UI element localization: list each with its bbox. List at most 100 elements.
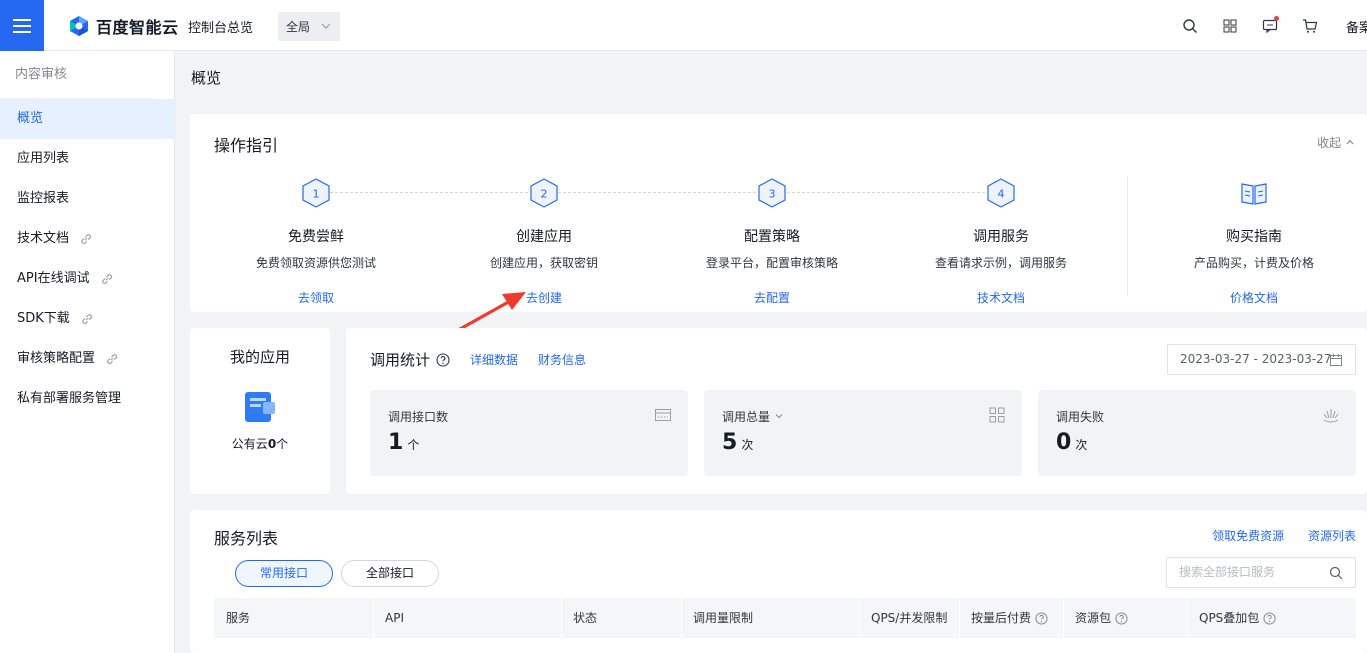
signal-failure-icon [1323, 409, 1339, 423]
column-header: 状态 [573, 611, 598, 625]
step-title: 调用服务 [973, 229, 1029, 245]
help-icon[interactable] [1035, 611, 1048, 625]
finance-info-link[interactable]: 财务信息 [538, 351, 586, 368]
search-icon[interactable] [1180, 16, 1200, 36]
calendar-icon [1330, 354, 1342, 366]
sidebar-item-private-deploy[interactable]: 私有部署服务管理 [0, 379, 174, 419]
help-icon[interactable] [1263, 611, 1276, 625]
cart-icon[interactable] [1300, 16, 1320, 36]
svg-text:4: 4 [998, 188, 1005, 201]
svg-text:3: 3 [769, 188, 776, 201]
divider [1127, 176, 1128, 296]
metric-value: 5次 [722, 430, 754, 455]
sidebar-item-label: SDK下载 [17, 311, 70, 326]
tab-all-api[interactable]: 全部接口 [341, 560, 439, 587]
column-header: API [385, 611, 404, 625]
column-header: 服务 [226, 611, 251, 625]
step-title: 配置策略 [744, 229, 800, 245]
sidebar-item-tech-docs[interactable]: 技术文档 [0, 219, 174, 259]
metric-value: 0次 [1056, 430, 1088, 455]
sidebar-item-app-list[interactable]: 应用列表 [0, 139, 174, 179]
step-number-hexagon: 1 [302, 178, 330, 208]
apps-grid-icon[interactable] [1220, 16, 1240, 36]
help-icon[interactable] [436, 352, 450, 367]
guide-step-1: 1 免费尝鲜 免费领取资源供您测试 去领取 [231, 178, 401, 306]
beian-link[interactable]: 备案 [1346, 17, 1367, 36]
external-link-icon [101, 274, 112, 285]
chevron-down-icon [321, 23, 331, 29]
sidebar-item-label: 概览 [17, 111, 44, 126]
sidebar-item-label: 审核策略配置 [17, 351, 96, 366]
interface-icon [655, 409, 671, 421]
search-placeholder: 搜索全部接口服务 [1179, 565, 1276, 579]
console-overview-link[interactable]: 控制台总览 [188, 17, 253, 36]
detail-data-link[interactable]: 详细数据 [470, 351, 518, 368]
tech-docs-link[interactable]: 技术文档 [916, 289, 1086, 306]
search-icon [1329, 566, 1343, 580]
column-header: 调用量限制 [693, 611, 754, 625]
message-icon[interactable] [1260, 16, 1280, 36]
service-list-title: 服务列表 [214, 529, 279, 548]
sidebar-item-label: 监控报表 [17, 191, 70, 206]
hamburger-menu-button[interactable] [0, 0, 44, 51]
sidebar-item-label: API在线调试 [17, 271, 90, 286]
column-header-postpaid: 按量后付费 [971, 598, 1048, 638]
metric-value: 1个 [388, 430, 420, 455]
resource-list-link[interactable]: 资源列表 [1308, 529, 1356, 543]
app-icon [245, 392, 275, 422]
stats-title: 调用统计 [370, 351, 431, 369]
external-link-icon [81, 234, 92, 245]
date-range-picker[interactable]: 2023-03-27 - 2023-03-27 [1167, 344, 1356, 375]
buy-guide-description: 产品购买，计费及价格 [1193, 256, 1314, 270]
sidebar-item-label: 技术文档 [17, 231, 70, 246]
sidebar-item-label: 私有部署服务管理 [17, 391, 122, 406]
step-title: 免费尝鲜 [288, 229, 344, 245]
metric-total-calls: 调用总量 5次 [704, 390, 1022, 476]
notification-dot [1274, 16, 1279, 21]
metric-label: 调用接口数 [388, 410, 449, 424]
sidebar-item-monitor-report[interactable]: 监控报表 [0, 179, 174, 219]
service-table-header: 服务 API 状态 调用量限制 QPS/并发限制 按量后付费 资源包 QPS叠加… [214, 598, 1356, 638]
region-select[interactable]: 全局 [278, 12, 340, 41]
step-description: 查看请求示例，调用服务 [934, 256, 1067, 270]
page-title: 概览 [191, 69, 222, 87]
collapse-label: 收起 [1317, 136, 1342, 150]
column-header: QPS/并发限制 [871, 611, 948, 625]
tab-common-api[interactable]: 常用接口 [235, 560, 333, 587]
svg-text:2: 2 [541, 188, 548, 201]
sidebar-item-api-debug[interactable]: API在线调试 [0, 259, 174, 299]
grid-icon [989, 407, 1005, 423]
step-description: 登录平台，配置审核策略 [705, 256, 838, 270]
top-navbar: 百度智能云 控制台总览 全局 备案 [0, 0, 1367, 51]
my-app-card[interactable]: 我的应用 公有云0个 [190, 328, 330, 494]
brand-logo-icon [70, 16, 88, 36]
guide-step-2: 2 创建应用 创建应用，获取密钥 去创建 [459, 178, 629, 306]
price-docs-link[interactable]: 价格文档 [1169, 289, 1339, 306]
book-icon [1241, 183, 1267, 205]
sidebar-item-overview[interactable]: 概览 [0, 99, 174, 139]
help-icon[interactable] [1115, 611, 1128, 625]
external-link-icon [107, 354, 118, 365]
my-app-title: 我的应用 [229, 348, 290, 366]
guide-step-4: 4 调用服务 查看请求示例，调用服务 技术文档 [916, 178, 1086, 306]
public-cloud-count: 公有云0个 [231, 437, 289, 451]
call-stats-card: 调用统计 详细数据 财务信息 2023-03-27 - 2023-03-27 调… [346, 328, 1367, 494]
claim-free-link[interactable]: 去领取 [231, 289, 401, 306]
sidebar-item-review-policy[interactable]: 审核策略配置 [0, 339, 174, 379]
metric-label[interactable]: 调用总量 [722, 408, 784, 425]
configure-link[interactable]: 去配置 [687, 289, 857, 306]
brand-name: 百度智能云 [96, 18, 179, 37]
chevron-up-icon [1346, 139, 1354, 145]
sidebar-item-sdk-download[interactable]: SDK下载 [0, 299, 174, 339]
sidebar-item-label: 应用列表 [17, 151, 70, 166]
step-number-hexagon: 4 [987, 178, 1015, 208]
claim-free-resource-link[interactable]: 领取免费资源 [1212, 529, 1284, 543]
date-range-value: 2023-03-27 - 2023-03-27 [1180, 352, 1332, 366]
column-header-qps-package: QPS叠加包 [1199, 598, 1276, 638]
chevron-down-icon [775, 414, 783, 419]
guide-step-3: 3 配置策略 登录平台，配置审核策略 去配置 [687, 178, 857, 306]
service-search-input[interactable]: 搜索全部接口服务 [1166, 557, 1356, 588]
collapse-toggle[interactable]: 收起 [1317, 134, 1355, 151]
brand-logo[interactable]: 百度智能云 [68, 14, 179, 38]
buy-guide-title: 购买指南 [1226, 229, 1282, 245]
